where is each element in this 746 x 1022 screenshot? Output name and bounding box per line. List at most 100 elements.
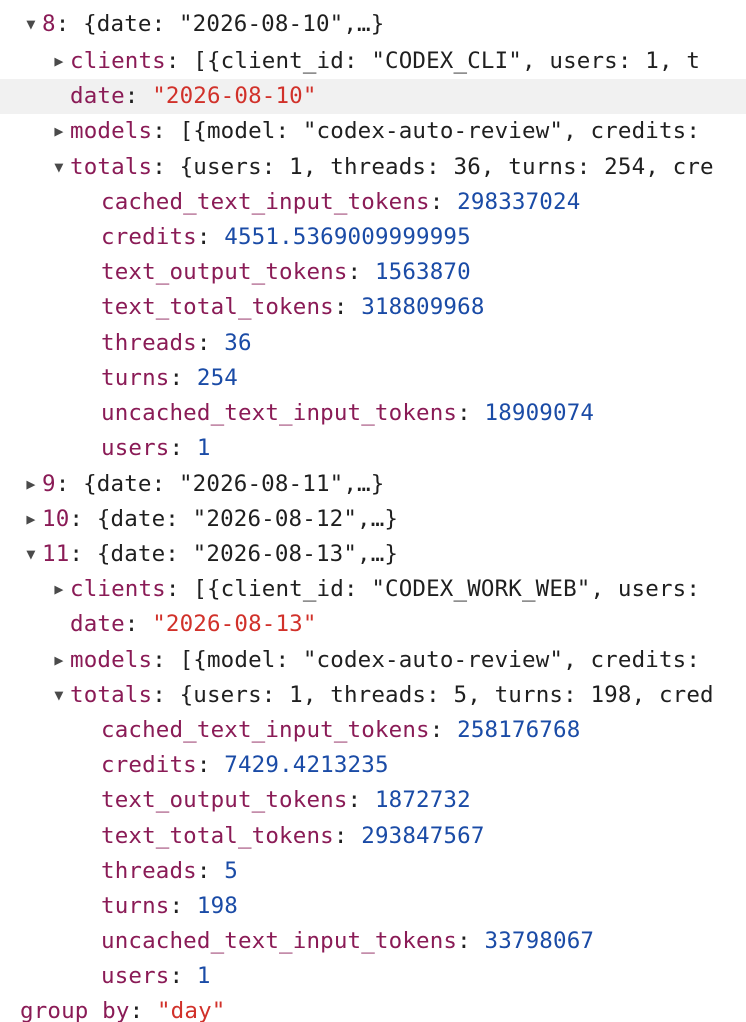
property-key: cached_text_input_tokens	[101, 189, 430, 215]
tree-row-total-field[interactable]: credits: 4551.5369009999995	[0, 220, 746, 255]
tree-row-total-field[interactable]: text_output_tokens: 1872732	[0, 783, 746, 818]
object-summary: {date: "2026-08-10",…}	[83, 11, 385, 37]
string-value: "day"	[156, 998, 226, 1022]
tree-row-total-field[interactable]: turns: 198	[0, 889, 746, 924]
expand-triangle-right-icon[interactable]: ▶	[48, 572, 70, 607]
property-key: date	[70, 83, 125, 109]
object-summary: {date: "2026-08-11",…}	[83, 471, 385, 497]
tree-row-total-field[interactable]: turns: 254	[0, 361, 746, 396]
string-value: "2026-08-10"	[152, 83, 317, 109]
expand-triangle-right-icon[interactable]: ▶	[20, 502, 42, 537]
colon: :	[429, 189, 458, 215]
array-index: 8	[42, 11, 56, 37]
colon: :	[55, 11, 84, 37]
colon: :	[69, 506, 97, 532]
tree-row-total-field[interactable]: text_total_tokens: 318809968	[0, 290, 746, 325]
colon: :	[165, 48, 194, 74]
number-value: 4551.5369009999995	[224, 224, 471, 250]
colon: :	[152, 682, 180, 708]
tree-row-total-field[interactable]: text_total_tokens: 293847567	[0, 819, 746, 854]
tree-row-clients[interactable]: ▶ clients: [{client_id: "CODEX_WORK_WEB",…	[0, 572, 746, 607]
expand-triangle-right-icon[interactable]: ▶	[20, 467, 42, 502]
array-index: 9	[42, 471, 56, 497]
property-key: uncached_text_input_tokens	[101, 400, 458, 426]
property-key: turns	[101, 893, 170, 919]
expand-triangle-down-icon[interactable]: ▼	[20, 537, 42, 572]
colon: :	[196, 330, 225, 356]
colon: :	[152, 154, 180, 180]
tree-row-total-field[interactable]: cached_text_input_tokens: 298337024	[0, 185, 746, 220]
colon: :	[169, 963, 197, 989]
tree-row-totals[interactable]: ▼ totals: {users: 1, threads: 5, turns: 1…	[0, 678, 746, 713]
colon: :	[457, 400, 485, 426]
expand-triangle-down-icon[interactable]: ▼	[20, 7, 42, 42]
property-key: text_total_tokens	[101, 823, 334, 849]
number-value: 318809968	[361, 294, 485, 320]
expand-triangle-right-icon[interactable]: ▶	[48, 44, 70, 79]
colon: :	[152, 118, 180, 144]
tree-row-models[interactable]: ▶ models: [{model: "codex-auto-review", c…	[0, 114, 746, 149]
number-value: 298337024	[457, 189, 581, 215]
tree-row-total-field[interactable]: uncached_text_input_tokens: 18909074	[0, 396, 746, 431]
number-value: 18909074	[484, 400, 595, 426]
object-preview: {users: 1, threads: 36, turns: 254, cre	[179, 154, 714, 180]
tree-row-clients[interactable]: ▶ clients: [{client_id: "CODEX_CLI", user…	[0, 44, 746, 79]
colon: :	[55, 471, 84, 497]
tree-row-entry-9[interactable]: ▶ 9: {date: "2026-08-11",…}	[0, 467, 746, 502]
number-value: 1	[196, 963, 211, 989]
tree-row-total-field[interactable]: threads: 5	[0, 854, 746, 889]
colon: :	[196, 224, 225, 250]
colon: :	[196, 752, 225, 778]
tree-row-total-field[interactable]: threads: 36	[0, 326, 746, 361]
property-key: date	[70, 611, 125, 637]
number-value: 1872732	[374, 787, 471, 813]
number-value: 1563870	[374, 259, 471, 285]
colon: :	[165, 576, 194, 602]
colon: :	[333, 294, 362, 320]
tree-row-group-by[interactable]: group_by: "day"	[0, 994, 746, 1022]
tree-row-entry-10[interactable]: ▶ 10: {date: "2026-08-12",…}	[0, 502, 746, 537]
property-key: models	[70, 118, 153, 144]
tree-row-total-field[interactable]: cached_text_input_tokens: 258176768	[0, 713, 746, 748]
tree-row-entry-11[interactable]: ▼ 11: {date: "2026-08-13",…}	[0, 537, 746, 572]
tree-row-date[interactable]: date: "2026-08-10"	[0, 79, 746, 114]
property-key: threads	[101, 858, 197, 884]
colon: :	[169, 435, 197, 461]
number-value: 1	[196, 435, 211, 461]
property-key: text_output_tokens	[101, 259, 348, 285]
tree-row-total-field[interactable]: users: 1	[0, 431, 746, 466]
tree-row-total-field[interactable]: credits: 7429.4213235	[0, 748, 746, 783]
expand-triangle-right-icon[interactable]: ▶	[48, 114, 70, 149]
tree-row-entry-8[interactable]: ▼ 8: {date: "2026-08-10",…}	[0, 7, 746, 42]
number-value: 254	[196, 365, 238, 391]
expand-triangle-down-icon[interactable]: ▼	[48, 150, 70, 185]
expand-triangle-right-icon[interactable]: ▶	[48, 643, 70, 678]
colon: :	[333, 823, 362, 849]
tree-row-total-field[interactable]: uncached_text_input_tokens: 33798067	[0, 924, 746, 959]
property-key: users	[101, 435, 170, 461]
tree-row-total-field[interactable]: users: 1	[0, 959, 746, 994]
number-value: 198	[196, 893, 238, 919]
tree-row-totals[interactable]: ▼ totals: {users: 1, threads: 36, turns: …	[0, 150, 746, 185]
property-key: totals	[70, 682, 153, 708]
colon: :	[129, 998, 157, 1022]
colon: :	[69, 541, 97, 567]
object-preview: {users: 1, threads: 5, turns: 198, cred	[179, 682, 714, 708]
property-key: threads	[101, 330, 197, 356]
number-value: 5	[224, 858, 238, 884]
json-tree-viewer: ▼ 8: {date: "2026-08-10",…} ▶ clients: [{c…	[0, 0, 746, 1022]
property-key: turns	[101, 365, 170, 391]
expand-triangle-down-icon[interactable]: ▼	[48, 678, 70, 713]
tree-row-total-field[interactable]: text_output_tokens: 1563870	[0, 255, 746, 290]
property-key: cached_text_input_tokens	[101, 717, 430, 743]
number-value: 33798067	[484, 928, 595, 954]
colon: :	[169, 365, 197, 391]
tree-row-date[interactable]: date: "2026-08-13"	[0, 607, 746, 642]
array-preview: [{model: "codex-auto-review", credits:	[179, 118, 701, 144]
tree-row-models[interactable]: ▶ models: [{model: "codex-auto-review", c…	[0, 643, 746, 678]
property-key: clients	[70, 576, 166, 602]
colon: :	[457, 928, 485, 954]
property-key: text_output_tokens	[101, 787, 348, 813]
property-key: group_by	[20, 998, 130, 1022]
array-index: 10	[42, 506, 70, 532]
